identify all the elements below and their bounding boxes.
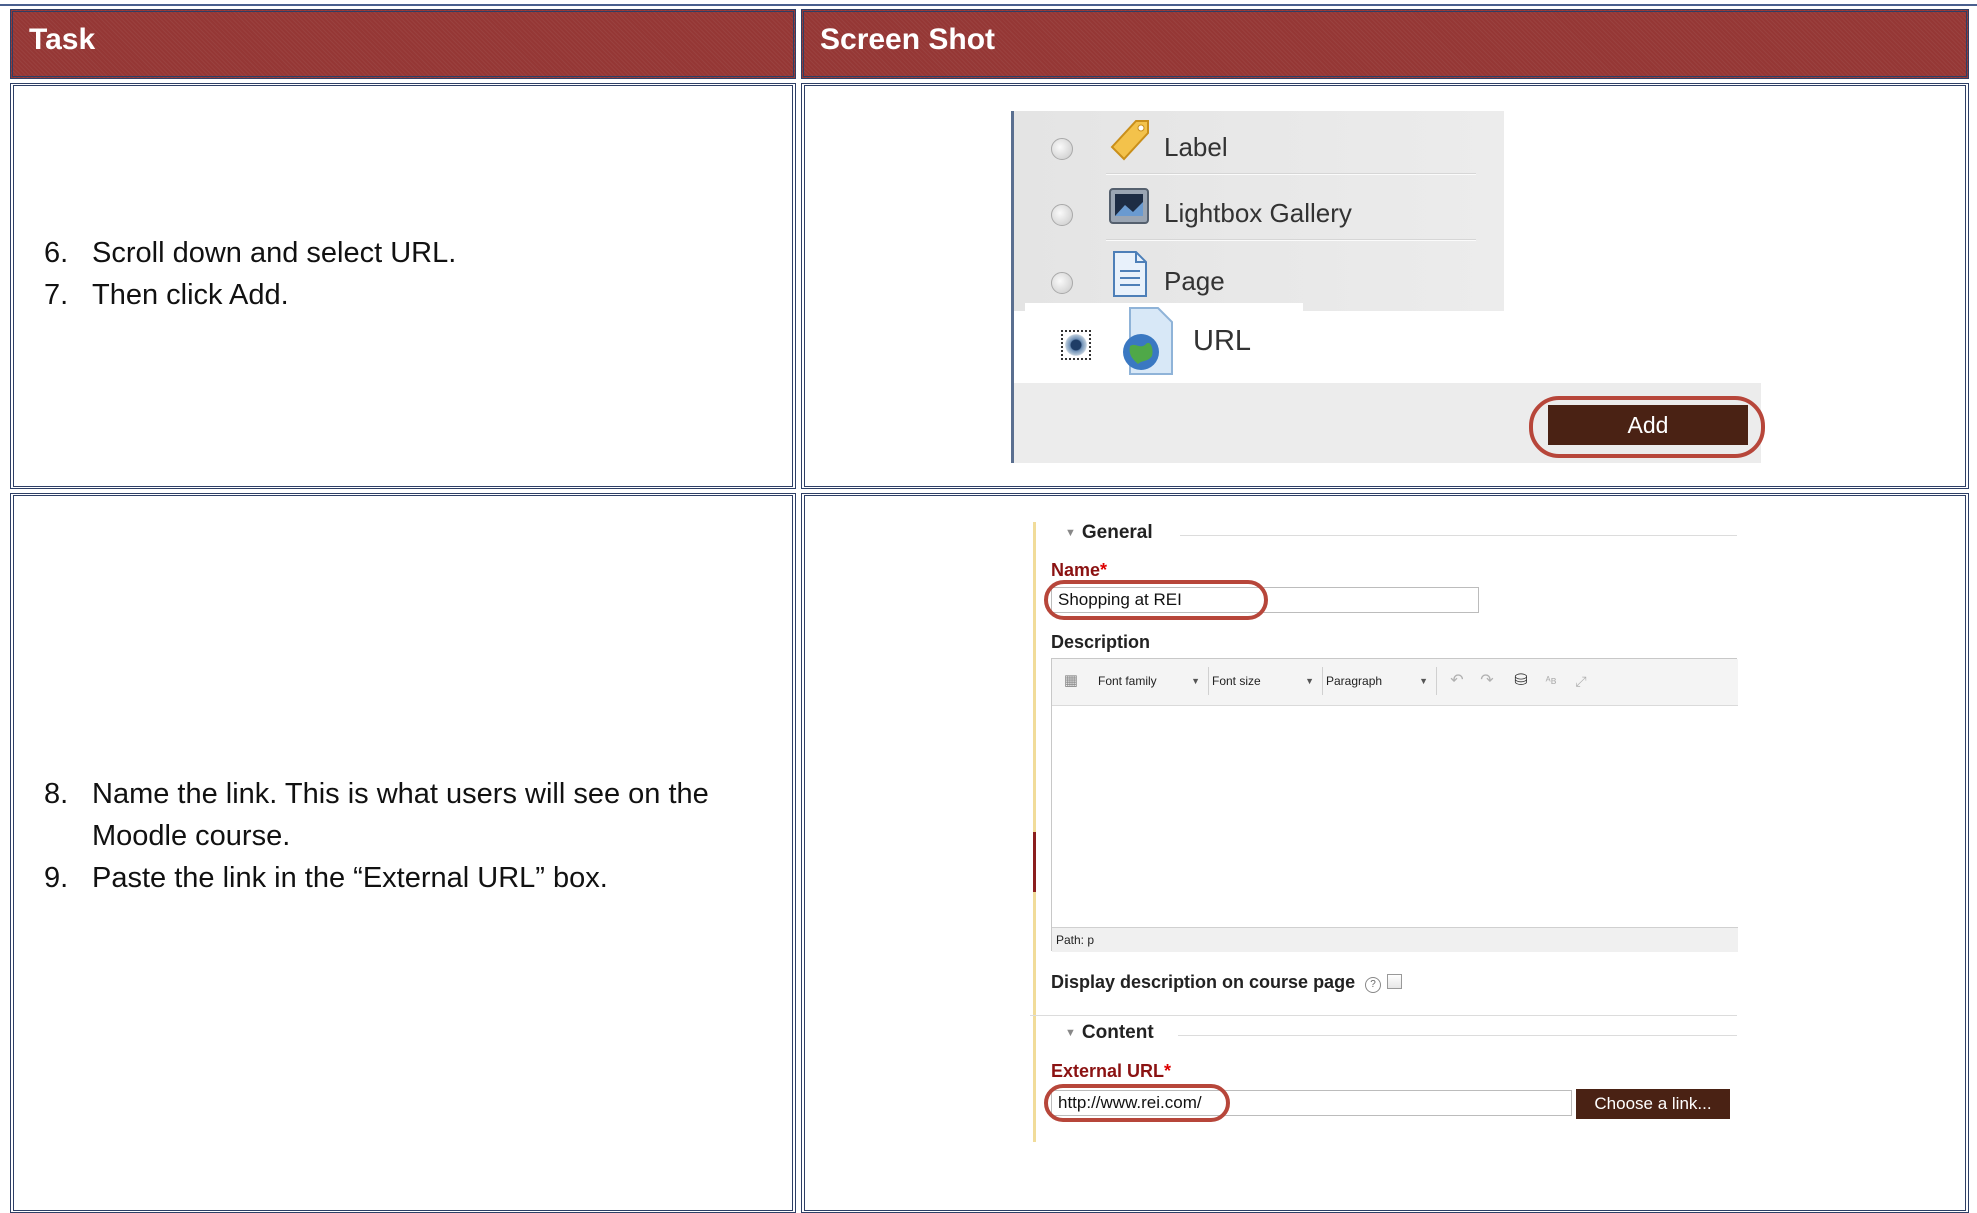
task-cell-2: 8. Name the link. This is what users will… [10, 493, 796, 1213]
description-editor[interactable]: ▦ Font family ▼ Font size ▼ Paragraph ▼ ↶ ↷… [1051, 658, 1738, 952]
step-7: 7. Then click Add. [44, 279, 289, 311]
form-edge-marker [1033, 832, 1036, 892]
choose-link-button[interactable]: Choose a link... [1576, 1089, 1730, 1119]
radio-label[interactable] [1051, 138, 1073, 160]
font-family-select[interactable]: Font family ▼ [1092, 667, 1209, 695]
activity-chooser-screenshot: Label Lightbox Gallery Page URL Add [1011, 111, 1765, 463]
option-divider [1106, 239, 1476, 241]
task-column-header: Task [10, 9, 796, 79]
general-legend[interactable]: ▼ General [1065, 522, 1153, 544]
option-divider [1106, 173, 1476, 175]
highlight-ring-add [1529, 396, 1765, 458]
radio-lightbox-gallery[interactable] [1051, 204, 1073, 226]
task-cell-1: 6. Scroll down and select URL. 7. Then cli… [10, 83, 796, 489]
page-icon [1113, 251, 1147, 297]
steps-list-1: 6. Scroll down and select URL. 7. Then cli… [44, 232, 456, 316]
font-size-select[interactable]: Font size ▼ [1206, 667, 1323, 695]
steps-list-2: 8. Name the link. This is what users will… [44, 773, 709, 899]
url-settings-screenshot: ▼ General Name* Shopping at REI Descripti… [1030, 522, 1738, 1142]
screenshot-header-label: Screen Shot [820, 23, 996, 56]
option-lightbox-gallery[interactable]: Lightbox Gallery [1011, 177, 1504, 243]
top-border [0, 4, 1977, 6]
legend-rule [1178, 1035, 1737, 1036]
description-label: Description [1051, 632, 1151, 652]
collapse-triangle-icon: ▼ [1065, 1027, 1076, 1039]
option-page[interactable]: Page [1011, 243, 1504, 309]
name-label: Name* [1051, 560, 1108, 580]
option-lightbox-gallery-text: Lightbox Gallery [1164, 198, 1352, 228]
content-legend[interactable]: ▼ Content [1065, 1022, 1154, 1044]
radio-page[interactable] [1051, 272, 1073, 294]
option-url[interactable]: URL [1025, 303, 1303, 383]
editor-toolbar: ▦ Font family ▼ Font size ▼ Paragraph ▼ ↶ ↷… [1052, 659, 1738, 706]
undo-icon[interactable]: ↶ [1444, 669, 1470, 693]
task-header-label: Task [29, 23, 96, 56]
redo-icon[interactable]: ↷ [1474, 669, 1500, 693]
step-8: 8. Name the link. This is what users will… [44, 778, 709, 852]
option-url-text: URL [1193, 325, 1252, 357]
legend-rule [1180, 535, 1737, 536]
replace-icon[interactable]: ᴬʙ [1538, 669, 1564, 693]
option-label-text: Label [1164, 132, 1228, 162]
external-url-label: External URL* [1051, 1061, 1172, 1081]
fullscreen-icon[interactable]: ⤢ [1568, 669, 1594, 693]
section-divider [1030, 1015, 1737, 1016]
gallery-icon [1109, 188, 1149, 224]
option-page-text: Page [1164, 266, 1225, 296]
help-icon[interactable]: ? [1365, 977, 1382, 993]
toolbar-toggle-icon[interactable]: ▦ [1058, 669, 1084, 693]
globe-icon [1123, 307, 1173, 375]
step-6: 6. Scroll down and select URL. [44, 237, 457, 269]
option-label[interactable]: Label [1011, 111, 1504, 177]
radio-url-selected[interactable] [1061, 330, 1091, 360]
find-icon[interactable]: ⛁ [1508, 669, 1534, 693]
display-description-row: Display description on course page? [1051, 972, 1403, 993]
paragraph-select[interactable]: Paragraph ▼ [1320, 667, 1437, 695]
screenshot-column-header: Screen Shot [801, 9, 1969, 79]
editor-path-bar: Path: p [1052, 927, 1738, 952]
tag-icon [1110, 120, 1149, 161]
display-description-checkbox[interactable] [1387, 974, 1403, 989]
collapse-triangle-icon: ▼ [1065, 527, 1076, 539]
step-9: 9. Paste the link in the “External URL” b… [44, 862, 608, 894]
highlight-ring-name [1044, 580, 1268, 620]
highlight-ring-url [1044, 1084, 1230, 1122]
